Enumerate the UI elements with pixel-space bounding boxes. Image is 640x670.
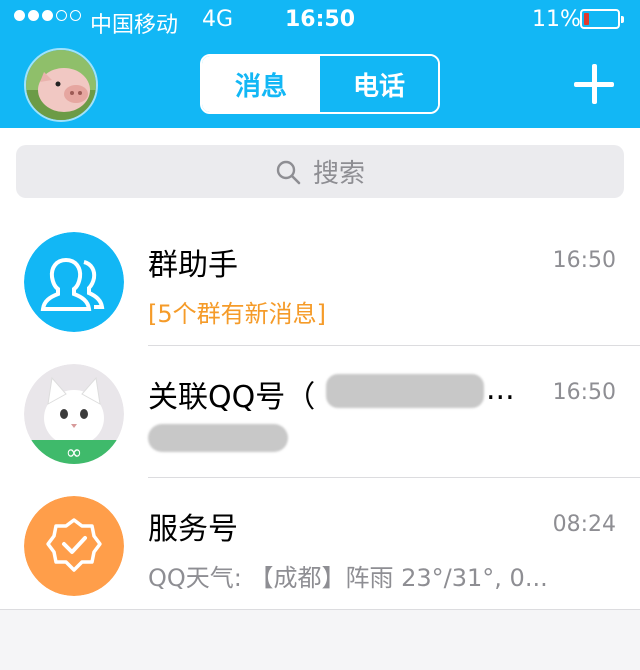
redacted-preview [148,424,288,452]
group-assistant-icon [24,232,124,332]
conversation-preview: [5个群有新消息] [148,300,326,328]
add-plus-icon[interactable] [570,60,618,108]
redacted-name [326,374,484,408]
conversation-name: 服务号 [148,512,238,547]
status-bar: 中国移动 4G 16:50 11% [0,0,640,40]
search-placeholder: 搜索 [312,159,365,189]
conversation-service[interactable]: 服务号 08:24 QQ天气: 【成都】阵雨 23°/31°, 0... [0,478,640,610]
conversation-time: 16:50 [552,248,616,273]
message-phone-switch[interactable]: 消息 电话 [200,54,440,114]
conversation-list: 群助手 16:50 [5个群有新消息] ∞ 关联QQ号（ ... 16:50 服… [0,214,640,610]
tab-phone[interactable]: 电话 [320,56,438,112]
conversation-name: 群助手 [148,248,238,283]
svg-text:∞: ∞ [66,440,83,464]
conversation-linked-qq[interactable]: ∞ 关联QQ号（ ... 16:50 [0,346,640,478]
battery-icon [580,9,624,29]
service-badge-icon [24,496,124,596]
search-input[interactable]: 搜索 [16,145,624,198]
conversation-time: 08:24 [552,512,616,537]
linked-account-avatar: ∞ [24,364,124,464]
conversation-group-assistant[interactable]: 群助手 16:50 [5个群有新消息] [0,214,640,346]
divider [0,609,640,610]
conversation-time: 16:50 [552,380,616,405]
conversation-name: 关联QQ号（ [148,380,316,415]
tab-messages[interactable]: 消息 [202,56,320,112]
search-area: 搜索 [0,128,640,214]
battery-percent: 11% [532,7,581,32]
my-avatar[interactable] [24,48,98,122]
search-icon [276,160,301,184]
conversation-preview: QQ天气: 【成都】阵雨 23°/31°, 0... [148,564,548,592]
app-header: 中国移动 4G 16:50 11% 消息 电话 [0,0,640,128]
name-ellipsis: ... [486,372,515,407]
